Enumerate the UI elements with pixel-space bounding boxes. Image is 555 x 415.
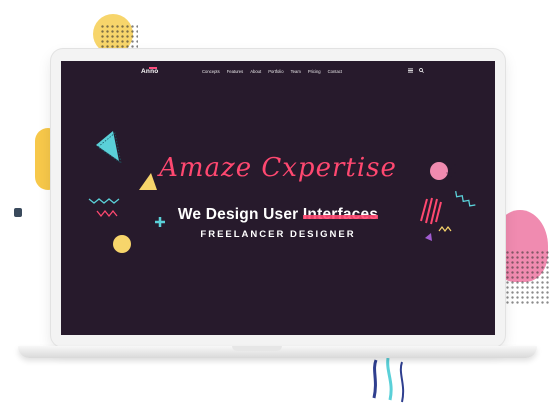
- decorative-squiggle: [88, 198, 120, 204]
- decorative-dots: [500, 250, 550, 306]
- headline-highlight: Interfaces: [302, 206, 379, 223]
- laptop-screen: Anno Concepts Features About Portfolio T…: [61, 61, 495, 335]
- decorative-stripes: [372, 358, 405, 403]
- hero-subheadline: FREELANCER DESIGNER: [200, 229, 356, 240]
- laptop-notch: [232, 346, 282, 351]
- hero-script-title: Amaze Cxpertise: [159, 153, 397, 183]
- decorative-square: [14, 208, 22, 217]
- headline-text: We Design User: [177, 206, 303, 223]
- hero-headline: We Design User Interfaces: [61, 206, 495, 224]
- hero-decorations: [88, 131, 476, 253]
- decorative-dots: [100, 24, 138, 50]
